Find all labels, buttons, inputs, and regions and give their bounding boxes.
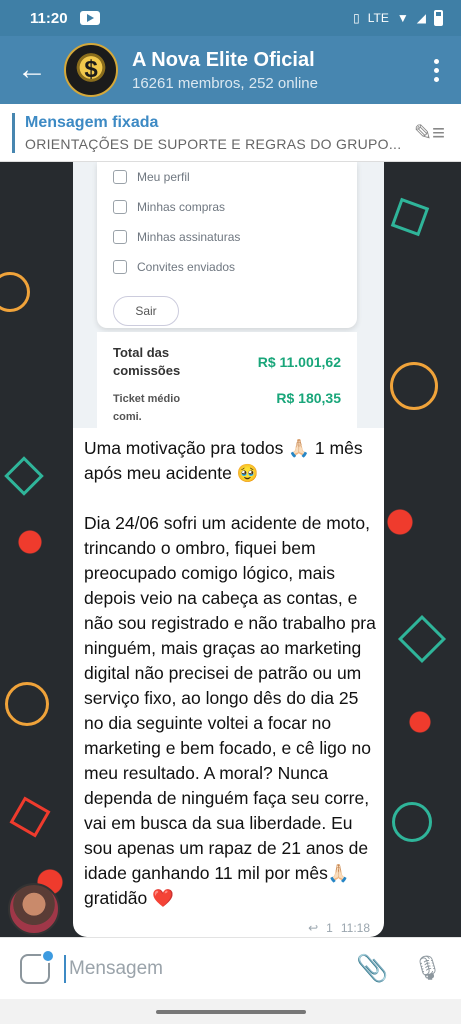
screenshot-menu-card: Meu perfil Minhas compras Minhas assinat…	[97, 162, 357, 328]
chat-header: ← $ A Nova Elite Oficial 16261 membros, …	[0, 36, 461, 104]
invite-icon	[113, 260, 127, 274]
screenshot-menu-item: Meu perfil	[113, 162, 341, 192]
ticket-value: R$ 180,35	[276, 390, 341, 406]
youtube-notification-icon	[79, 11, 100, 25]
home-gesture-pill[interactable]	[155, 1009, 306, 1014]
message-bubble[interactable]: Meu perfil Minhas compras Minhas assinat…	[73, 162, 384, 937]
pin-list-icon[interactable]: ✎≡	[414, 120, 445, 146]
message-time: 11:18	[340, 921, 370, 935]
screenshot-menu-label: Meu perfil	[137, 170, 190, 184]
pinned-label: Mensagem fixada	[25, 113, 159, 131]
pinned-message-bar[interactable]: Mensagem fixada ORIENTAÇÕES DE SUPORTE E…	[0, 104, 461, 162]
attach-icon[interactable]: 📎	[356, 953, 388, 984]
screenshot-menu-label: Convites enviados	[137, 260, 236, 274]
network-label: LTE	[367, 11, 389, 25]
pinned-accent-bar	[12, 112, 15, 153]
message-meta: ↩ 1 11:18	[308, 921, 370, 935]
back-arrow-icon[interactable]: ←	[0, 36, 64, 104]
status-icons: ▯ LTE ▼ ◢	[353, 10, 443, 26]
cart-icon	[113, 200, 127, 214]
group-avatar-symbol: $	[84, 56, 98, 83]
sender-avatar[interactable]	[8, 883, 60, 935]
status-bar: 11:20 ▯ LTE ▼ ◢	[0, 0, 461, 36]
message-paragraph: Uma motivação pra todos 🙏🏻 1 mês após me…	[84, 438, 363, 483]
microphone-icon[interactable]: 🎙	[413, 954, 443, 983]
status-time: 11:20	[30, 9, 68, 27]
user-icon	[113, 170, 127, 184]
total-commission-label: Total das comissões	[113, 345, 181, 378]
battery-icon	[434, 10, 443, 26]
chat-subtitle: 16261 membros, 252 online	[132, 74, 318, 92]
commission-card: Total das comissões R$ 11.001,62 Ticket …	[97, 332, 357, 428]
vibrate-icon: ▯	[353, 11, 360, 25]
screenshot-exit-button: Sair	[113, 296, 179, 326]
total-commission-value: R$ 11.001,62	[257, 354, 341, 370]
group-avatar[interactable]: $	[64, 43, 118, 97]
chat-title: A Nova Elite Oficial	[132, 48, 315, 71]
sticker-emoji-icon[interactable]	[20, 948, 55, 984]
signal-icon: ◢	[416, 11, 426, 25]
refresh-icon	[113, 230, 127, 244]
pinned-text: ORIENTAÇÕES DE SUPORTE E REGRAS DO GRUPO…	[25, 135, 402, 152]
message-paragraph: Dia 24/06 sofri um acidente de moto, tri…	[84, 513, 376, 908]
message-photo[interactable]: Meu perfil Minhas compras Minhas assinat…	[73, 162, 384, 428]
wifi-icon: ▼	[396, 11, 409, 25]
ticket-label: Ticket médio comi.	[113, 393, 181, 423]
message-input[interactable]: Mensagem	[64, 954, 163, 983]
chat-title-area[interactable]: A Nova Elite Oficial 16261 membros, 252 …	[132, 49, 318, 92]
more-options-icon[interactable]	[411, 58, 461, 82]
screenshot-menu-item: Minhas assinaturas	[113, 222, 341, 252]
reply-icon[interactable]: ↩	[308, 921, 318, 935]
message-text: Uma motivação pra todos 🙏🏻 1 mês após me…	[84, 436, 376, 936]
navigation-bar	[0, 999, 461, 1024]
screenshot-menu-label: Minhas compras	[137, 200, 226, 214]
screenshot-menu-label: Minhas assinaturas	[137, 230, 241, 244]
message-input-bar: Mensagem 📎 🎙	[0, 937, 461, 999]
screenshot-menu-item: Minhas compras	[113, 192, 341, 222]
reply-count: 1	[326, 921, 333, 935]
screenshot-menu-item: Convites enviados	[113, 252, 341, 282]
